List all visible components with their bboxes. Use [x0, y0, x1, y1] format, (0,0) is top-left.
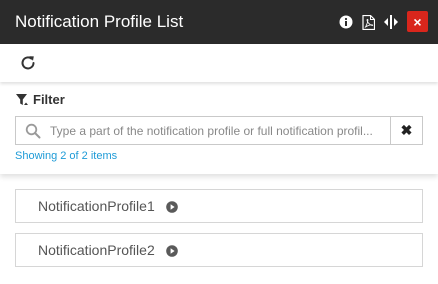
list-item[interactable]: NotificationProfile1	[15, 189, 423, 223]
window-title: Notification Profile List	[15, 12, 184, 31]
resize-icon[interactable]	[383, 13, 399, 31]
toolbar	[0, 44, 438, 82]
window-titlebar: Notification Profile List ×	[0, 0, 438, 44]
refresh-icon[interactable]	[19, 54, 37, 72]
close-button[interactable]: ×	[407, 11, 428, 32]
filter-panel: Filter ✖ Showing 2 of 2 items	[0, 82, 438, 174]
search-input[interactable]	[50, 120, 386, 141]
items-count-text: Showing 2 of 2 items	[15, 150, 118, 162]
search-icon	[25, 123, 41, 139]
clear-search-button[interactable]: ✖	[390, 116, 423, 145]
list-item[interactable]: NotificationProfile2	[15, 233, 423, 267]
play-circle-icon[interactable]	[165, 200, 178, 213]
filter-header[interactable]: Filter	[15, 92, 65, 107]
pdf-icon[interactable]	[360, 13, 376, 31]
profile-label: NotificationProfile1	[38, 198, 155, 214]
info-icon[interactable]	[338, 13, 354, 31]
filter-label: Filter	[33, 92, 65, 107]
search-box	[15, 116, 391, 145]
play-circle-icon[interactable]	[165, 244, 178, 257]
filter-icon	[16, 93, 28, 105]
profile-list: NotificationProfile1 NotificationProfile…	[15, 189, 423, 277]
profile-label: NotificationProfile2	[38, 242, 155, 258]
